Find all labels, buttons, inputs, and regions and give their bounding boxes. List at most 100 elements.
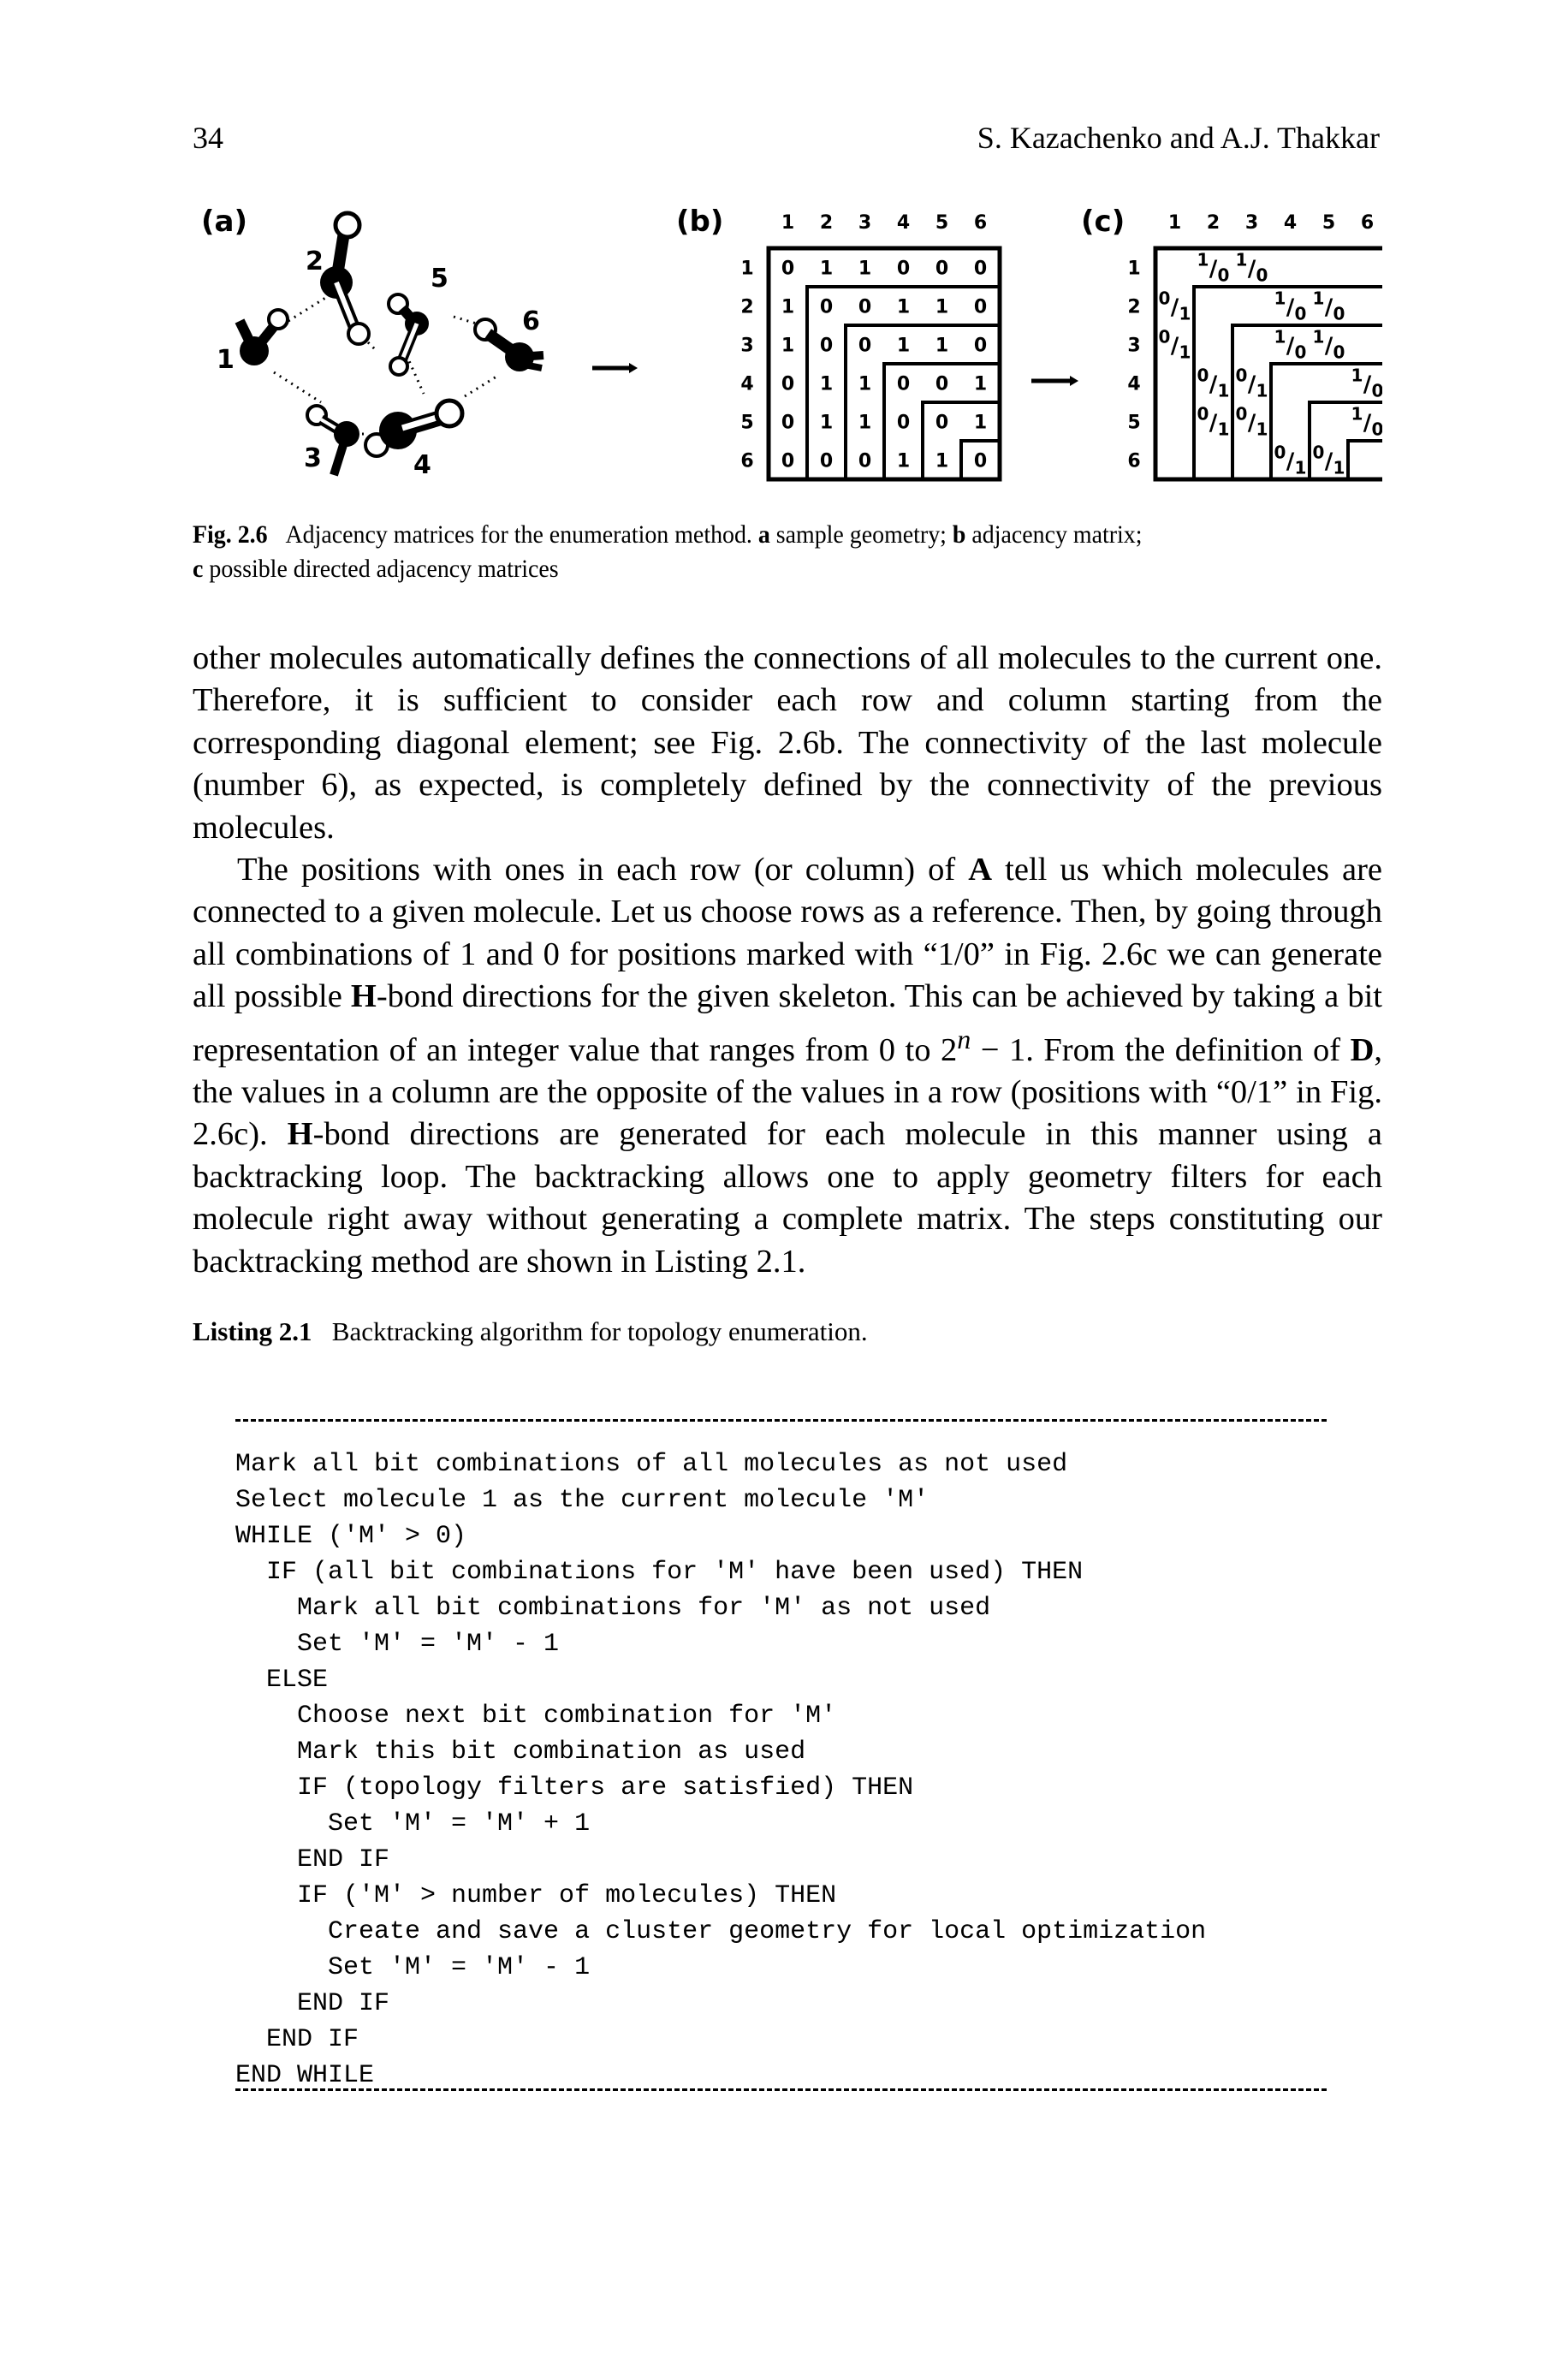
c-matrix-cell: 1/0 <box>1313 327 1345 363</box>
b-matrix-cell: 0 <box>974 336 987 357</box>
fraction-slash: / <box>1363 372 1372 398</box>
listing-line: Set 'M' = 'M' - 1 <box>235 1630 560 1659</box>
fraction-denominator: 0 <box>1333 342 1345 363</box>
b-matrix-cell: 1 <box>858 258 871 280</box>
b-col-header: 2 <box>820 212 833 234</box>
fraction-slash: / <box>1286 295 1295 321</box>
molecule-1: 1 <box>217 308 289 375</box>
panel-b-label: (b) <box>676 205 723 239</box>
fraction-denominator: 1 <box>1179 342 1191 363</box>
fraction-slash: / <box>1325 449 1333 475</box>
b-col-header: 6 <box>974 212 987 234</box>
b-matrix-cell: 1 <box>781 336 794 357</box>
c-matrix-cell: 1/0 <box>1313 288 1345 324</box>
running-head: S. Kazachenko and A.J. Thakkar <box>977 121 1380 155</box>
listing-line: Mark all bit combinations for 'M' as not… <box>235 1594 991 1623</box>
b-matrix-cell: 1 <box>897 451 910 472</box>
b-row-header: 2 <box>740 297 753 318</box>
c-col-header: 5 <box>1322 212 1335 234</box>
listing-line: Set 'M' = 'M' + 1 <box>235 1809 591 1838</box>
b-row-header: 6 <box>740 451 753 472</box>
b-row-header: 5 <box>740 413 753 434</box>
figure-caption: Fig. 2.6 Adjacency matrices for the enum… <box>193 518 1382 586</box>
fraction-numerator: 1 <box>1197 250 1209 270</box>
fraction-slash: / <box>1248 372 1256 398</box>
b-matrix-cell: 0 <box>974 451 987 472</box>
figure-2-6: (a) 1 2 5 6 3 4 (b) 1 2 3 4 5 6 1 2 3 4 … <box>193 201 1389 492</box>
body-text: other molecules automatically defines th… <box>193 638 1382 1283</box>
listing-bottom-rule <box>235 2088 1327 2091</box>
c-matrix-cell: 0/1 <box>1236 404 1268 440</box>
text-run: The positions with ones in each row (or … <box>237 852 969 888</box>
c-matrix-cell: 0/1 <box>1236 365 1268 401</box>
c-block-frame <box>1346 439 1388 481</box>
c-matrix-cell: 1/0 <box>1274 288 1307 324</box>
c-matrix-cell: 1/0 <box>1351 404 1384 440</box>
listing-line: IF (topology filters are satisfied) THEN <box>235 1773 914 1803</box>
molecule-5: 5 <box>387 264 448 377</box>
hbond-symbol: H <box>350 978 377 1015</box>
b-col-header: 4 <box>897 212 910 234</box>
fraction-numerator: 0 <box>1197 365 1209 386</box>
panel-a-label: (a) <box>201 205 247 239</box>
fraction-denominator: 1 <box>1295 458 1307 478</box>
matrix-symbol-d: D <box>1350 1031 1375 1068</box>
fraction-slash: / <box>1325 334 1333 359</box>
b-matrix-cell: 1 <box>935 451 948 472</box>
fraction-slash: / <box>1363 411 1372 437</box>
c-row-header: 5 <box>1127 413 1140 434</box>
b-col-header: 5 <box>935 212 948 234</box>
fraction-denominator: 1 <box>1333 458 1345 478</box>
b-matrix-cell: 0 <box>858 451 871 472</box>
fraction-denominator: 0 <box>1372 381 1382 401</box>
b-matrix-cell: 1 <box>897 297 910 318</box>
listing-line: Select molecule 1 as the current molecul… <box>235 1486 930 1515</box>
b-matrix-cell: 0 <box>820 451 833 472</box>
listing-line: Create and save a cluster geometry for l… <box>235 1917 1207 1946</box>
fraction-numerator: 1 <box>1274 327 1286 347</box>
molecule-label-6: 6 <box>522 306 540 336</box>
b-row-header: 3 <box>740 336 753 357</box>
fraction-slash: / <box>1209 411 1218 437</box>
panel-c: (c) 1 2 3 4 5 61234561/01/00/11/01/00/11/01/0… <box>1081 205 1389 482</box>
fraction-slash: / <box>1248 411 1256 437</box>
caption-text-c: possible directed adjacency matrices <box>209 555 559 583</box>
c-col-header: 6 <box>1361 212 1374 234</box>
fraction-slash: / <box>1209 257 1218 282</box>
h-bond-2-5 <box>366 341 378 353</box>
molecule-label-3: 3 <box>304 443 322 473</box>
molecule-label-1: 1 <box>217 345 235 375</box>
paragraph-2: The positions with ones in each row (or … <box>193 849 1382 1283</box>
fraction-slash: / <box>1171 334 1179 359</box>
c-matrix-cell: 1/0 <box>1274 327 1307 363</box>
caption-key-a: a <box>757 520 770 549</box>
fraction-numerator: 0 <box>1236 365 1248 386</box>
listing-line: Mark this bit combination as used <box>235 1737 806 1767</box>
b-matrix-cell: 0 <box>974 297 987 318</box>
b-matrix-cell: 1 <box>820 374 833 395</box>
text-run: -bond directions are generated for each … <box>193 1116 1382 1280</box>
listing-line: Set 'M' = 'M' - 1 <box>235 1953 591 1982</box>
listing-line: ELSE <box>235 1666 329 1695</box>
c-matrix-cell: 0/1 <box>1197 365 1230 401</box>
c-col-header: 1 <box>1168 212 1181 234</box>
panel-c-label: (c) <box>1081 205 1125 239</box>
b-matrix-cell: 1 <box>897 336 910 357</box>
c-col-header: 3 <box>1245 212 1258 234</box>
fraction-denominator: 0 <box>1295 342 1307 363</box>
molecule-label-4: 4 <box>413 450 431 480</box>
fraction-numerator: 0 <box>1197 404 1209 425</box>
c-row-header: 2 <box>1127 297 1140 318</box>
b-matrix-cell: 0 <box>935 258 948 280</box>
c-matrix-cell: 1/0 <box>1197 250 1230 286</box>
fraction-numerator: 1 <box>1236 250 1248 270</box>
fraction-numerator: 1 <box>1351 404 1363 425</box>
b-matrix-cell: 0 <box>858 336 871 357</box>
h-bond-1-2 <box>288 294 330 323</box>
b-matrix-cell: 0 <box>781 451 794 472</box>
c-matrix-cell: 0/1 <box>1313 443 1345 478</box>
fraction-slash: / <box>1171 295 1179 321</box>
fraction-denominator: 0 <box>1372 419 1382 440</box>
b-matrix-cell: 1 <box>974 413 987 434</box>
fraction-denominator: 0 <box>1295 304 1307 324</box>
